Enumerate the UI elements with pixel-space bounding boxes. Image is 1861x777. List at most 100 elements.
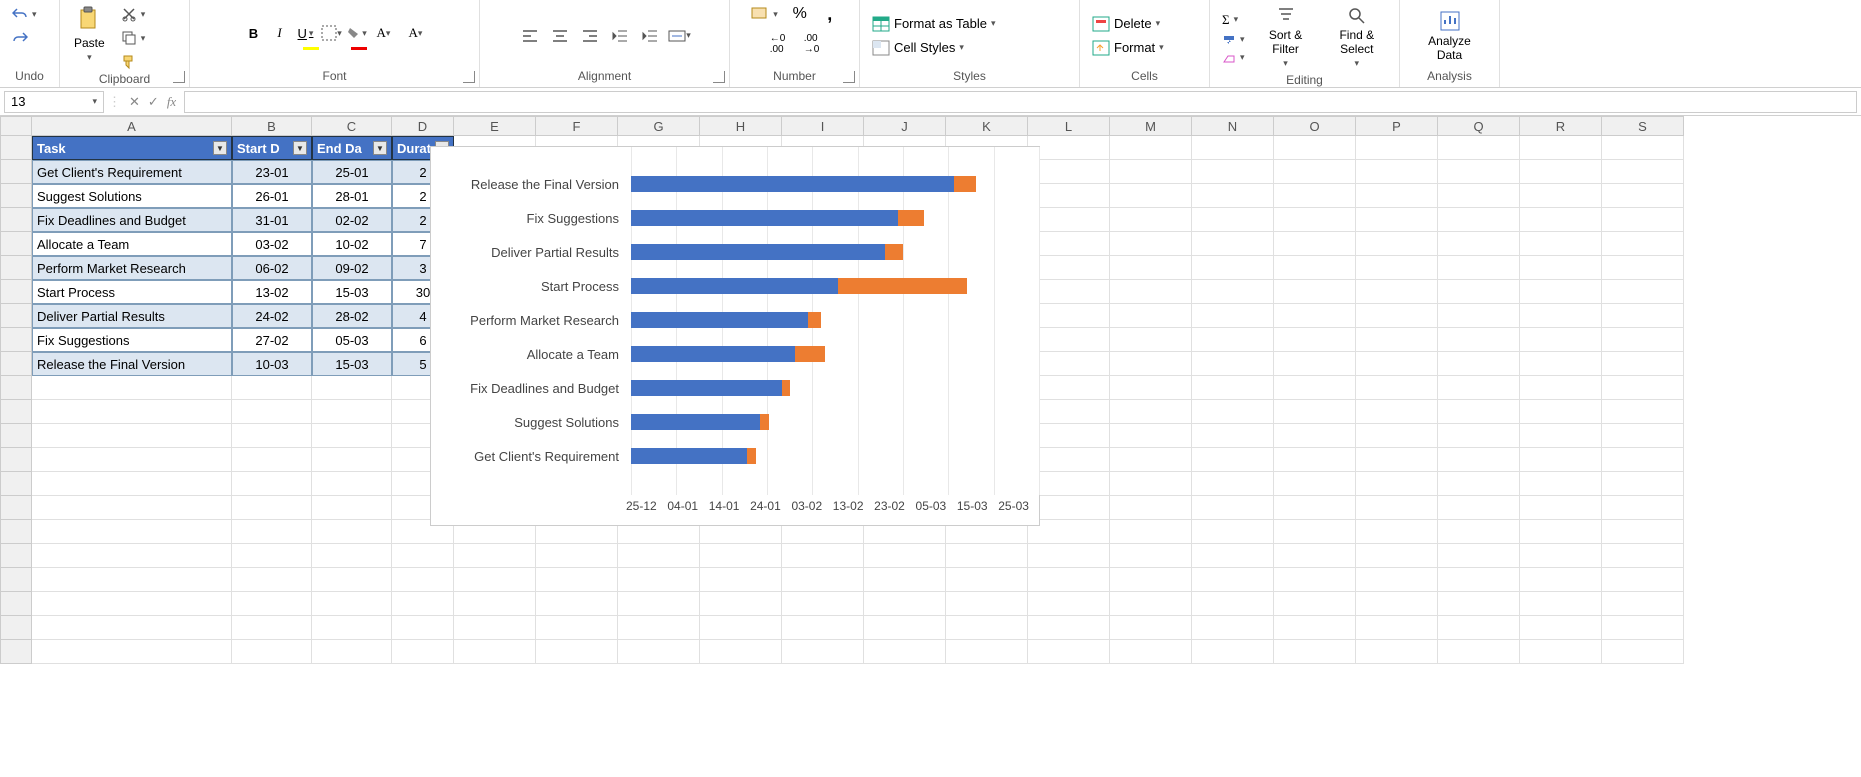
cell[interactable] bbox=[1028, 328, 1110, 352]
cell[interactable] bbox=[1520, 160, 1602, 184]
cell[interactable] bbox=[782, 640, 864, 664]
autosum-button[interactable]: Σ▾ bbox=[1218, 10, 1249, 30]
cell[interactable] bbox=[1520, 424, 1602, 448]
cell[interactable] bbox=[1438, 640, 1520, 664]
row-header[interactable] bbox=[0, 544, 32, 568]
cell[interactable] bbox=[864, 544, 946, 568]
row-header[interactable] bbox=[0, 640, 32, 664]
chart-bar-start[interactable] bbox=[631, 176, 954, 192]
cell[interactable] bbox=[1438, 304, 1520, 328]
cell[interactable] bbox=[32, 520, 232, 544]
fx-icon[interactable]: fx bbox=[167, 94, 176, 110]
cell[interactable] bbox=[232, 640, 312, 664]
fill-color-button[interactable]: ▾ bbox=[346, 21, 370, 45]
row-header[interactable] bbox=[0, 448, 32, 472]
cell[interactable] bbox=[1274, 592, 1356, 616]
format-as-table-button[interactable]: Format as Table▾ bbox=[868, 14, 1000, 34]
row-header[interactable] bbox=[0, 616, 32, 640]
cell[interactable] bbox=[312, 544, 392, 568]
cell[interactable] bbox=[536, 592, 618, 616]
column-header[interactable]: K bbox=[946, 116, 1028, 136]
chart-bar-duration[interactable] bbox=[885, 244, 902, 260]
cell[interactable] bbox=[1520, 400, 1602, 424]
cell[interactable] bbox=[1028, 472, 1110, 496]
cell[interactable] bbox=[1356, 328, 1438, 352]
cell[interactable] bbox=[1356, 352, 1438, 376]
cell[interactable] bbox=[1192, 640, 1274, 664]
cell[interactable] bbox=[392, 592, 454, 616]
cell[interactable] bbox=[32, 400, 232, 424]
cell[interactable] bbox=[1438, 544, 1520, 568]
row-header[interactable] bbox=[0, 520, 32, 544]
cell[interactable] bbox=[1192, 280, 1274, 304]
chart-bar-start[interactable] bbox=[631, 380, 782, 396]
cell[interactable] bbox=[1110, 352, 1192, 376]
chart-bar-duration[interactable] bbox=[747, 448, 756, 464]
cell[interactable] bbox=[1602, 376, 1684, 400]
filter-dropdown-icon[interactable]: ▼ bbox=[213, 141, 227, 155]
cell[interactable] bbox=[782, 616, 864, 640]
cell[interactable] bbox=[1274, 232, 1356, 256]
cell[interactable] bbox=[1110, 520, 1192, 544]
cell[interactable] bbox=[32, 496, 232, 520]
cell[interactable] bbox=[32, 640, 232, 664]
cell[interactable] bbox=[1520, 592, 1602, 616]
cell[interactable] bbox=[1110, 304, 1192, 328]
name-box[interactable]: 13▾ bbox=[4, 91, 104, 113]
cell[interactable] bbox=[618, 544, 700, 568]
cell[interactable] bbox=[782, 568, 864, 592]
cell[interactable]: Task▼ bbox=[32, 136, 232, 160]
cell[interactable] bbox=[536, 616, 618, 640]
cell[interactable] bbox=[782, 544, 864, 568]
cell[interactable] bbox=[1602, 400, 1684, 424]
chart-bar-start[interactable] bbox=[631, 278, 838, 294]
cell[interactable]: 09-02 bbox=[312, 256, 392, 280]
cell[interactable] bbox=[1028, 136, 1110, 160]
cell[interactable]: Perform Market Research bbox=[32, 256, 232, 280]
dialog-launcher-icon[interactable] bbox=[713, 71, 725, 83]
cell[interactable] bbox=[232, 592, 312, 616]
cell[interactable] bbox=[1274, 640, 1356, 664]
column-header[interactable]: E bbox=[454, 116, 536, 136]
row-header[interactable] bbox=[0, 424, 32, 448]
cell[interactable] bbox=[1602, 136, 1684, 160]
cell[interactable] bbox=[946, 544, 1028, 568]
row-header[interactable] bbox=[0, 568, 32, 592]
percent-button[interactable]: % bbox=[788, 2, 812, 26]
cell[interactable]: 05-03 bbox=[312, 328, 392, 352]
column-header[interactable]: O bbox=[1274, 116, 1356, 136]
cell[interactable] bbox=[1028, 232, 1110, 256]
cell[interactable]: Deliver Partial Results bbox=[32, 304, 232, 328]
cell[interactable] bbox=[1438, 568, 1520, 592]
cell[interactable] bbox=[1028, 592, 1110, 616]
cell[interactable] bbox=[1438, 184, 1520, 208]
cell[interactable] bbox=[232, 448, 312, 472]
chart-bar-duration[interactable] bbox=[898, 210, 924, 226]
cell[interactable] bbox=[1192, 184, 1274, 208]
cell[interactable] bbox=[1602, 184, 1684, 208]
cell[interactable] bbox=[1438, 496, 1520, 520]
cell[interactable] bbox=[232, 544, 312, 568]
copy-button[interactable]: ▾ bbox=[117, 28, 150, 48]
find-select-button[interactable]: Find & Select▾ bbox=[1323, 2, 1391, 73]
cell[interactable] bbox=[1356, 616, 1438, 640]
cell[interactable] bbox=[1602, 448, 1684, 472]
cell[interactable] bbox=[1110, 616, 1192, 640]
cell[interactable]: 03-02 bbox=[232, 232, 312, 256]
column-header[interactable]: R bbox=[1520, 116, 1602, 136]
column-header[interactable]: P bbox=[1356, 116, 1438, 136]
font-color-button[interactable]: A▾ bbox=[404, 21, 428, 45]
cell[interactable] bbox=[312, 376, 392, 400]
cell[interactable]: 28-02 bbox=[312, 304, 392, 328]
cell[interactable] bbox=[1602, 520, 1684, 544]
cell[interactable]: 26-01 bbox=[232, 184, 312, 208]
cell[interactable] bbox=[1274, 496, 1356, 520]
merge-button[interactable]: ▾ bbox=[668, 24, 692, 48]
cell[interactable] bbox=[1028, 640, 1110, 664]
cell[interactable] bbox=[1274, 520, 1356, 544]
cell[interactable] bbox=[32, 424, 232, 448]
filter-dropdown-icon[interactable]: ▼ bbox=[293, 141, 307, 155]
cell[interactable] bbox=[1192, 448, 1274, 472]
cell[interactable] bbox=[1274, 328, 1356, 352]
cell[interactable] bbox=[536, 544, 618, 568]
